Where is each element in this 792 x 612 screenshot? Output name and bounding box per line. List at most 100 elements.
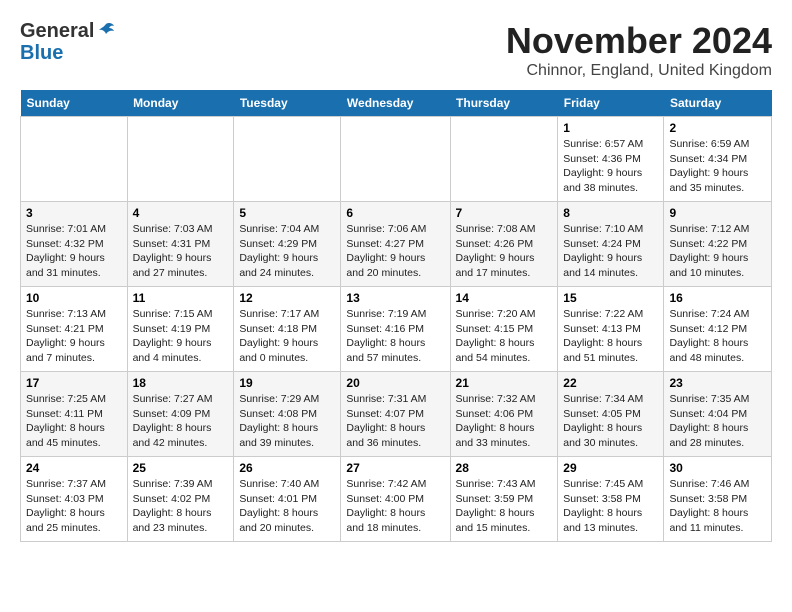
calendar-cell: 26 Sunrise: 7:40 AM Sunset: 4:01 PM Dayli… (234, 457, 341, 542)
calendar-week-row: 3 Sunrise: 7:01 AM Sunset: 4:32 PM Daylig… (21, 202, 772, 287)
day-info: Sunrise: 7:42 AM Sunset: 4:00 PM Dayligh… (346, 477, 444, 536)
day-number: 3 (26, 206, 122, 220)
day-number: 10 (26, 291, 122, 305)
logo-general: General (20, 20, 94, 42)
title-area: November 2024 Chinnor, England, United K… (506, 20, 772, 80)
calendar-cell: 1Sunrise: 6:57 AM Sunset: 4:36 PM Daylig… (558, 117, 664, 202)
calendar-table: SundayMondayTuesdayWednesdayThursdayFrid… (20, 90, 772, 542)
weekday-header: Monday (127, 90, 234, 117)
day-info: Sunrise: 7:40 AM Sunset: 4:01 PM Dayligh… (239, 477, 335, 536)
calendar-cell: 18 Sunrise: 7:27 AM Sunset: 4:09 PM Dayli… (127, 372, 234, 457)
day-info: Sunrise: 7:08 AM Sunset: 4:26 PM Dayligh… (456, 222, 553, 281)
day-info: Sunrise: 7:03 AM Sunset: 4:31 PM Dayligh… (133, 222, 229, 281)
day-number: 8 (563, 206, 658, 220)
weekday-header-row: SundayMondayTuesdayWednesdayThursdayFrid… (21, 90, 772, 117)
calendar-cell: 4 Sunrise: 7:03 AM Sunset: 4:31 PM Daylig… (127, 202, 234, 287)
day-info: Sunrise: 7:39 AM Sunset: 4:02 PM Dayligh… (133, 477, 229, 536)
day-number: 21 (456, 376, 553, 390)
weekday-header: Thursday (450, 90, 558, 117)
day-info: Sunrise: 7:24 AM Sunset: 4:12 PM Dayligh… (669, 307, 766, 366)
day-info: Sunrise: 7:13 AM Sunset: 4:21 PM Dayligh… (26, 307, 122, 366)
day-info: Sunrise: 7:27 AM Sunset: 4:09 PM Dayligh… (133, 392, 229, 451)
day-info: Sunrise: 7:06 AM Sunset: 4:27 PM Dayligh… (346, 222, 444, 281)
day-info: Sunrise: 7:34 AM Sunset: 4:05 PM Dayligh… (563, 392, 658, 451)
calendar-week-row: 10 Sunrise: 7:13 AM Sunset: 4:21 PM Dayli… (21, 287, 772, 372)
day-info: Sunrise: 7:17 AM Sunset: 4:18 PM Dayligh… (239, 307, 335, 366)
day-number: 17 (26, 376, 122, 390)
day-number: 14 (456, 291, 553, 305)
day-info: Sunrise: 7:37 AM Sunset: 4:03 PM Dayligh… (26, 477, 122, 536)
weekday-header: Wednesday (341, 90, 450, 117)
day-number: 1 (563, 121, 658, 135)
day-number: 24 (26, 461, 122, 475)
day-info: Sunrise: 7:45 AM Sunset: 3:58 PM Dayligh… (563, 477, 658, 536)
day-number: 6 (346, 206, 444, 220)
day-number: 27 (346, 461, 444, 475)
header: General Blue November 2024 Chinnor, Engl… (20, 20, 772, 80)
calendar-cell: 3 Sunrise: 7:01 AM Sunset: 4:32 PM Daylig… (21, 202, 128, 287)
calendar-cell (450, 117, 558, 202)
day-info: Sunrise: 7:10 AM Sunset: 4:24 PM Dayligh… (563, 222, 658, 281)
day-number: 26 (239, 461, 335, 475)
day-number: 19 (239, 376, 335, 390)
day-number: 2 (669, 121, 766, 135)
logo-blue: Blue (20, 42, 116, 64)
calendar-cell (127, 117, 234, 202)
day-number: 4 (133, 206, 229, 220)
day-info: Sunrise: 7:31 AM Sunset: 4:07 PM Dayligh… (346, 392, 444, 451)
calendar-week-row: 17 Sunrise: 7:25 AM Sunset: 4:11 PM Dayli… (21, 372, 772, 457)
calendar-cell (21, 117, 128, 202)
day-info: Sunrise: 7:29 AM Sunset: 4:08 PM Dayligh… (239, 392, 335, 451)
calendar-cell: 20 Sunrise: 7:31 AM Sunset: 4:07 PM Dayli… (341, 372, 450, 457)
calendar-cell: 15 Sunrise: 7:22 AM Sunset: 4:13 PM Dayli… (558, 287, 664, 372)
day-number: 15 (563, 291, 658, 305)
calendar-cell: 29Sunrise: 7:45 AM Sunset: 3:58 PM Dayli… (558, 457, 664, 542)
day-info: Sunrise: 7:22 AM Sunset: 4:13 PM Dayligh… (563, 307, 658, 366)
calendar-cell: 8 Sunrise: 7:10 AM Sunset: 4:24 PM Daylig… (558, 202, 664, 287)
calendar-cell (234, 117, 341, 202)
calendar-cell: 9 Sunrise: 7:12 AM Sunset: 4:22 PM Daylig… (664, 202, 772, 287)
day-info: Sunrise: 7:43 AM Sunset: 3:59 PM Dayligh… (456, 477, 553, 536)
day-info: Sunrise: 7:20 AM Sunset: 4:15 PM Dayligh… (456, 307, 553, 366)
calendar-week-row: 1Sunrise: 6:57 AM Sunset: 4:36 PM Daylig… (21, 117, 772, 202)
day-number: 7 (456, 206, 553, 220)
location: Chinnor, England, United Kingdom (506, 62, 772, 80)
logo-bird-icon (96, 21, 116, 41)
calendar-cell: 16 Sunrise: 7:24 AM Sunset: 4:12 PM Dayli… (664, 287, 772, 372)
day-info: Sunrise: 7:01 AM Sunset: 4:32 PM Dayligh… (26, 222, 122, 281)
calendar-cell: 27 Sunrise: 7:42 AM Sunset: 4:00 PM Dayli… (341, 457, 450, 542)
day-info: Sunrise: 7:15 AM Sunset: 4:19 PM Dayligh… (133, 307, 229, 366)
day-number: 9 (669, 206, 766, 220)
day-number: 22 (563, 376, 658, 390)
weekday-header: Tuesday (234, 90, 341, 117)
calendar-cell: 24 Sunrise: 7:37 AM Sunset: 4:03 PM Dayli… (21, 457, 128, 542)
calendar-cell: 19 Sunrise: 7:29 AM Sunset: 4:08 PM Dayli… (234, 372, 341, 457)
calendar-cell: 30 Sunrise: 7:46 AM Sunset: 3:58 PM Dayli… (664, 457, 772, 542)
day-number: 28 (456, 461, 553, 475)
calendar-cell: 21 Sunrise: 7:32 AM Sunset: 4:06 PM Dayli… (450, 372, 558, 457)
calendar-cell: 2Sunrise: 6:59 AM Sunset: 4:34 PM Daylig… (664, 117, 772, 202)
day-info: Sunrise: 7:32 AM Sunset: 4:06 PM Dayligh… (456, 392, 553, 451)
day-number: 23 (669, 376, 766, 390)
calendar-cell: 7 Sunrise: 7:08 AM Sunset: 4:26 PM Daylig… (450, 202, 558, 287)
weekday-header: Friday (558, 90, 664, 117)
calendar-cell: 22 Sunrise: 7:34 AM Sunset: 4:05 PM Dayli… (558, 372, 664, 457)
calendar-cell: 25Sunrise: 7:39 AM Sunset: 4:02 PM Dayli… (127, 457, 234, 542)
day-number: 18 (133, 376, 229, 390)
day-number: 16 (669, 291, 766, 305)
day-number: 30 (669, 461, 766, 475)
calendar-cell (341, 117, 450, 202)
day-info: Sunrise: 7:46 AM Sunset: 3:58 PM Dayligh… (669, 477, 766, 536)
calendar-cell: 23 Sunrise: 7:35 AM Sunset: 4:04 PM Dayli… (664, 372, 772, 457)
day-info: Sunrise: 7:25 AM Sunset: 4:11 PM Dayligh… (26, 392, 122, 451)
weekday-header: Saturday (664, 90, 772, 117)
calendar-cell: 5Sunrise: 7:04 AM Sunset: 4:29 PM Daylig… (234, 202, 341, 287)
calendar-cell: 10 Sunrise: 7:13 AM Sunset: 4:21 PM Dayli… (21, 287, 128, 372)
day-info: Sunrise: 7:12 AM Sunset: 4:22 PM Dayligh… (669, 222, 766, 281)
month-title: November 2024 (506, 20, 772, 62)
day-number: 20 (346, 376, 444, 390)
day-info: Sunrise: 7:35 AM Sunset: 4:04 PM Dayligh… (669, 392, 766, 451)
day-number: 13 (346, 291, 444, 305)
day-number: 12 (239, 291, 335, 305)
day-info: Sunrise: 7:04 AM Sunset: 4:29 PM Dayligh… (239, 222, 335, 281)
